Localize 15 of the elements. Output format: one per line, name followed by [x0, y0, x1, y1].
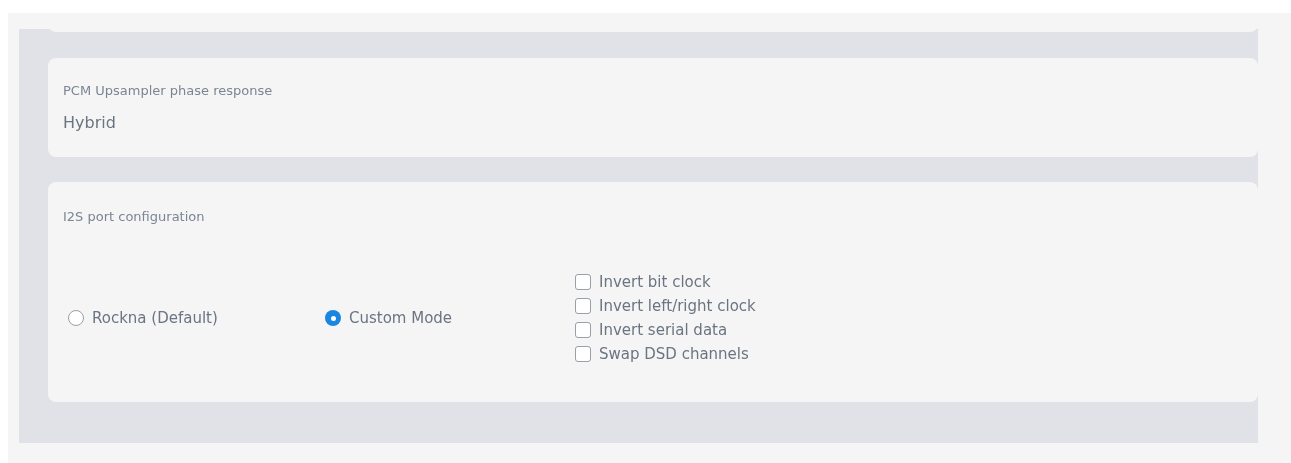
- radio-button[interactable]: [325, 310, 341, 326]
- setting-label: PCM Upsampler phase response: [63, 82, 273, 100]
- radio-button[interactable]: [68, 310, 84, 326]
- setting-value: Hybrid: [63, 112, 116, 134]
- checkbox[interactable]: [575, 274, 591, 290]
- checkbox[interactable]: [575, 298, 591, 314]
- checkbox-option[interactable]: Swap DSD channels: [575, 344, 756, 364]
- radio-option[interactable]: Rockna (Default): [68, 306, 325, 330]
- checkbox[interactable]: [575, 346, 591, 362]
- checkbox-option[interactable]: Invert left/right clock: [575, 296, 756, 316]
- checkbox[interactable]: [575, 322, 591, 338]
- setting-label: I2S port configuration: [63, 208, 205, 226]
- checkbox-option[interactable]: Invert bit clock: [575, 272, 756, 292]
- radio-option[interactable]: Custom Mode: [325, 306, 575, 330]
- checkbox-option[interactable]: Invert serial data: [575, 320, 756, 340]
